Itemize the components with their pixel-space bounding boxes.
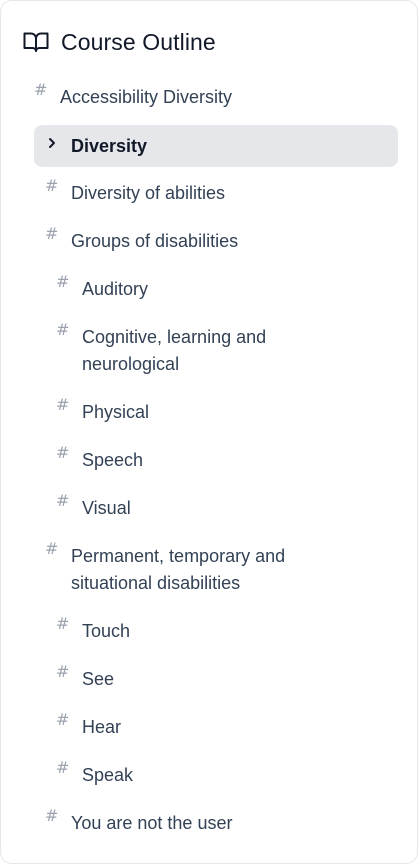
outline-item-physical[interactable]: # Physical <box>56 395 356 426</box>
outline-item-auditory[interactable]: # Auditory <box>56 272 356 303</box>
outline-item-label: Diversity of abilities <box>71 183 226 203</box>
outline-item-label: Physical <box>82 402 150 422</box>
course-outline-panel: Course Outline # Accessibility Diversity… <box>0 0 418 864</box>
hash-icon: # <box>56 395 70 414</box>
outline-item-diversity[interactable]: Diversity <box>34 125 398 167</box>
hash-icon: # <box>56 710 70 729</box>
outline-item-label: Visual <box>82 498 131 518</box>
outline-item-label: Hear <box>82 717 122 737</box>
hash-icon: # <box>56 320 70 339</box>
hash-icon: # <box>45 539 59 558</box>
outline-item-you-are-not-the-user[interactable]: # You are not the user <box>45 806 385 837</box>
hash-icon: # <box>45 176 59 195</box>
hash-icon: # <box>56 443 70 462</box>
outline-item-label: Diversity <box>71 135 148 156</box>
outline-item-label: See <box>82 669 115 689</box>
hash-icon: # <box>34 80 48 99</box>
outline-item-speech[interactable]: # Speech <box>56 443 356 474</box>
outline-header: Course Outline <box>23 28 216 56</box>
chevron-right-icon <box>47 136 71 150</box>
page-title: Course Outline <box>61 28 216 55</box>
hash-icon: # <box>56 272 70 291</box>
book-open-icon <box>23 30 49 54</box>
outline-item-visual[interactable]: # Visual <box>56 491 356 522</box>
outline-item-hear[interactable]: # Hear <box>56 710 356 741</box>
outline-item-label: Touch <box>82 621 131 641</box>
outline-item-label: Permanent, temporary and situational dis… <box>71 546 286 593</box>
outline-item-groups-of-disabilities[interactable]: # Groups of disabilities <box>45 224 385 255</box>
outline-item-label: Groups of disabilities <box>71 231 239 251</box>
hash-icon: # <box>56 614 70 633</box>
outline-item-cognitive[interactable]: # Cognitive, learning and neurological <box>56 320 316 378</box>
outline-item-permanent-temporary[interactable]: # Permanent, temporary and situational d… <box>45 539 335 597</box>
outline-item-label: Cognitive, learning and neurological <box>82 327 267 374</box>
outline-item-speak[interactable]: # Speak <box>56 758 356 789</box>
outline-item-label: Auditory <box>82 279 149 299</box>
hash-icon: # <box>56 758 70 777</box>
outline-item-accessibility-diversity[interactable]: # Accessibility Diversity <box>34 80 394 111</box>
outline-item-label: Speech <box>82 450 144 470</box>
hash-icon: # <box>56 491 70 510</box>
outline-item-see[interactable]: # See <box>56 662 356 693</box>
outline-item-diversity-of-abilities[interactable]: # Diversity of abilities <box>45 176 385 207</box>
hash-icon: # <box>45 224 59 243</box>
outline-item-touch[interactable]: # Touch <box>56 614 356 645</box>
outline-item-label: You are not the user <box>71 813 233 833</box>
hash-icon: # <box>45 806 59 825</box>
outline-item-label: Speak <box>82 765 134 785</box>
outline-item-label: Accessibility Diversity <box>60 87 233 107</box>
hash-icon: # <box>56 662 70 681</box>
